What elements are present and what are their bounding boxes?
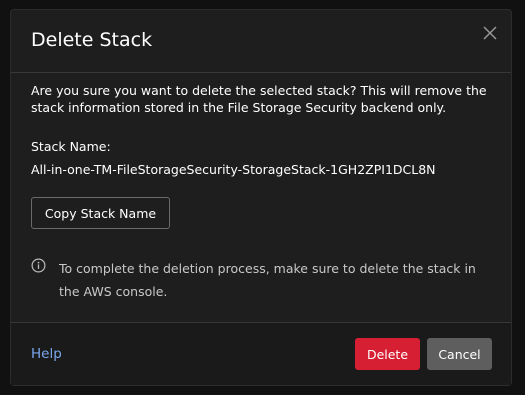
dialog-title: Delete Stack <box>31 29 153 51</box>
stack-name-label: Stack Name: <box>31 139 111 154</box>
cancel-button[interactable]: Cancel <box>427 338 492 370</box>
dialog-header: Delete Stack <box>11 10 511 73</box>
dialog-footer: Help Delete Cancel <box>11 322 511 385</box>
close-icon[interactable] <box>481 24 499 42</box>
stack-name-value: All-in-one-TM-FileStorageSecurity-Storag… <box>31 162 436 177</box>
confirmation-text: Are you sure you want to delete the sele… <box>31 83 487 115</box>
copy-stack-name-button[interactable]: Copy Stack Name <box>31 197 170 229</box>
info-text: To complete the deletion process, make s… <box>59 261 476 299</box>
delete-button[interactable]: Delete <box>355 338 420 370</box>
help-link[interactable]: Help <box>31 345 62 363</box>
delete-stack-dialog: Delete Stack Are you sure you want to de… <box>10 9 512 386</box>
info-icon <box>31 258 46 273</box>
